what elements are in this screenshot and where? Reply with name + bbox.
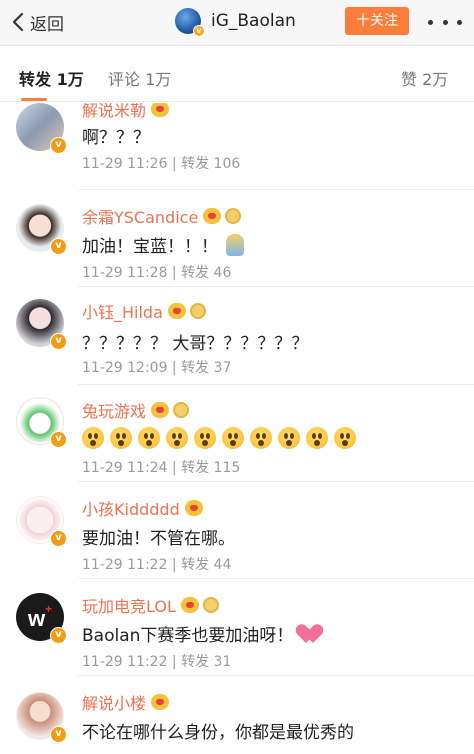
fan-badge-icon <box>151 103 170 117</box>
repost-list[interactable]: v 解说米勒 啊？？？ 11-29 11:26 | 转发 106 v 余霜YSC… <box>0 103 474 754</box>
comment-meta: 11-29 11:24 | 转发 115 <box>82 460 241 476</box>
crown-badge-icon <box>225 208 242 224</box>
verified-badge-icon: v <box>50 530 67 547</box>
commenter-name[interactable]: 解说米勒 <box>82 103 170 121</box>
more-options-icon[interactable] <box>428 12 462 32</box>
back-label: 返回 <box>30 14 64 35</box>
comment-text: 不论在哪什么身份，你都是最优秀的 <box>82 723 354 743</box>
fan-badge-icon <box>167 303 186 319</box>
verified-badge-icon: v <box>50 137 67 154</box>
verified-badge-icon: v <box>193 25 205 37</box>
commenter-name-text[interactable]: 小孩Kiddddd <box>82 496 180 520</box>
surprised-emoji-icon <box>110 427 132 449</box>
surprised-emoji-icon <box>278 427 300 449</box>
author-name[interactable]: iG_Baolan <box>211 11 296 31</box>
tab-bar: 转发 1万 评论 1万 赞 2万 <box>0 46 474 102</box>
list-item[interactable]: v 小钰_Hilda ？？？？？ 大哥？？？？？？ 11-29 12:09 | … <box>0 287 474 385</box>
list-item[interactable]: w + v 玩加电竞LOL Baolan下赛季也要加油呀！ 11-29 11:2… <box>0 579 474 676</box>
surprised-emoji-icon <box>82 427 104 449</box>
list-item[interactable]: v 解说米勒 啊？？？ 11-29 11:26 | 转发 106 <box>0 103 474 190</box>
comment-meta: 11-29 11:26 | 转发 106 <box>82 156 241 172</box>
comment-meta: 11-29 11:28 | 转发 46 <box>82 265 232 281</box>
surprised-emoji-icon <box>194 427 216 449</box>
tab-comment[interactable]: 评论 1万 <box>108 66 171 90</box>
comment-text: Baolan下赛季也要加油呀！ <box>82 621 323 646</box>
list-item[interactable]: v 兔玩游戏 11-29 11:24 | 转发 115 <box>0 385 474 482</box>
active-tab-indicator <box>21 98 47 101</box>
comment-text: ？？？？？ 大哥？？？？？？ <box>82 334 309 354</box>
surprised-emoji-icon <box>334 427 356 449</box>
fan-badge-icon <box>203 208 222 224</box>
fan-badge-icon <box>184 500 203 516</box>
crown-badge-icon <box>173 402 190 418</box>
verified-badge-icon: v <box>50 333 67 350</box>
sticker-icon <box>226 233 244 256</box>
verified-badge-icon: v <box>50 726 67 743</box>
post-author[interactable]: v iG_Baolan <box>175 6 296 37</box>
svg-text:+: + <box>45 602 52 616</box>
fan-badge-icon <box>151 402 170 418</box>
comment-meta: 11-29 11:22 | 转发 31 <box>82 654 232 670</box>
comment-text <box>82 427 362 449</box>
commenter-name[interactable]: 小钰_Hilda <box>82 299 206 323</box>
surprised-emoji-icon <box>166 427 188 449</box>
comment-text-content: 加油！宝蓝！！！ <box>82 237 218 257</box>
fan-badge-icon <box>151 694 170 710</box>
commenter-name[interactable]: 小孩Kiddddd <box>82 496 203 520</box>
commenter-name[interactable]: 兔玩游戏 <box>82 398 190 422</box>
tab-repost[interactable]: 转发 1万 <box>19 66 84 90</box>
author-avatar[interactable]: v <box>175 8 205 37</box>
verified-badge-icon: v <box>50 431 67 448</box>
commenter-name-text[interactable]: 解说米勒 <box>82 103 146 121</box>
list-item[interactable]: v 小孩Kiddddd 要加油！不管在哪。 11-29 11:22 | 转发 4… <box>0 482 474 579</box>
surprised-emoji-icon <box>138 427 160 449</box>
heart-sticker-icon <box>301 625 323 643</box>
commenter-name-text[interactable]: 余霜YSCandice <box>82 204 198 228</box>
surprised-emoji-icon <box>250 427 272 449</box>
follow-button[interactable]: 十关注 <box>345 7 409 35</box>
commenter-name-text[interactable]: 玩加电竞LOL <box>82 593 176 617</box>
comment-meta: 11-29 12:09 | 转发 37 <box>82 360 232 376</box>
crown-badge-icon <box>202 597 219 613</box>
comment-text: 要加油！不管在哪。 <box>82 529 235 549</box>
crown-badge-icon <box>189 303 206 319</box>
tab-like[interactable]: 赞 2万 <box>401 66 448 90</box>
surprised-emoji-icon <box>306 427 328 449</box>
commenter-name-text[interactable]: 兔玩游戏 <box>82 398 146 422</box>
commenter-name-text[interactable]: 解说小楼 <box>82 690 146 714</box>
comment-text-content: Baolan下赛季也要加油呀！ <box>82 626 294 646</box>
verified-badge-icon: v <box>50 238 67 255</box>
commenter-name[interactable]: 余霜YSCandice <box>82 204 242 228</box>
svg-text:w: w <box>27 606 46 631</box>
list-item[interactable]: v 解说小楼 不论在哪什么身份，你都是最优秀的 <box>0 676 474 754</box>
chevron-left-icon <box>12 12 24 32</box>
top-nav-bar: 返回 v iG_Baolan 十关注 <box>0 0 474 46</box>
back-button[interactable]: 返回 <box>12 8 64 36</box>
commenter-name[interactable]: 解说小楼 <box>82 690 170 714</box>
commenter-name-text[interactable]: 小钰_Hilda <box>82 299 163 323</box>
commenter-name[interactable]: 玩加电竞LOL <box>82 593 219 617</box>
comment-text: 加油！宝蓝！！！ <box>82 232 244 257</box>
list-item[interactable]: v 余霜YSCandice 加油！宝蓝！！！ 11-29 11:28 | 转发 … <box>0 190 474 287</box>
comment-text: 啊？？？ <box>82 128 150 148</box>
fan-badge-icon <box>180 597 199 613</box>
comment-meta: 11-29 11:22 | 转发 44 <box>82 557 232 573</box>
verified-badge-icon: v <box>50 627 67 644</box>
surprised-emoji-icon <box>222 427 244 449</box>
